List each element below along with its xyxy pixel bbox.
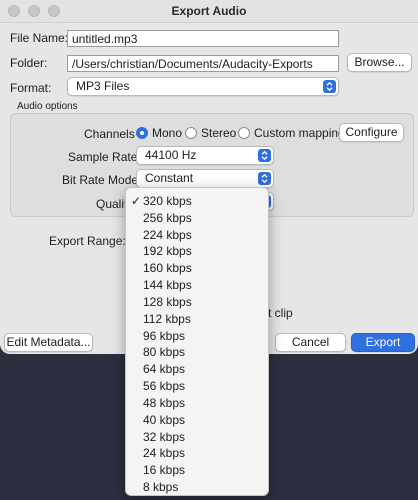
chevron-up-down-icon <box>323 80 336 93</box>
chevron-up-down-icon <box>258 172 271 185</box>
edit-metadata-button[interactable]: Edit Metadata... <box>4 333 93 352</box>
checkmark-icon: ✓ <box>131 194 142 208</box>
quality-menu-item[interactable]: 224 kbps <box>126 227 268 244</box>
channels-custom-mapping-label: Custom mapping <box>254 126 345 140</box>
chevron-up-down-icon <box>258 149 271 162</box>
quality-menu-item[interactable]: 32 kbps <box>126 429 268 446</box>
cancel-button[interactable]: Cancel <box>275 333 346 352</box>
quality-menu-item[interactable]: 256 kbps <box>126 210 268 227</box>
sample-rate-label: Sample Rate <box>68 150 138 164</box>
quality-menu-item[interactable]: 192 kbps <box>126 243 268 260</box>
quality-menu-item[interactable]: 112 kbps <box>126 311 268 328</box>
export-button[interactable]: Export <box>351 333 415 352</box>
quality-menu-item[interactable]: 96 kbps <box>126 328 268 345</box>
configure-button[interactable]: Configure <box>339 123 404 142</box>
bit-rate-mode-value: Constant <box>145 171 194 185</box>
quality-menu-item[interactable]: 8 kbps <box>126 479 268 496</box>
quality-dropdown-menu: ✓ 320 kbps 256 kbps 224 kbps 192 kbps 160… <box>125 187 269 496</box>
bit-rate-mode-label: Bit Rate Mode <box>62 173 139 187</box>
format-label: Format: <box>10 81 52 95</box>
quality-menu-item[interactable]: ✓ 320 kbps <box>126 193 268 210</box>
quality-menu-item[interactable]: 160 kbps <box>126 260 268 277</box>
file-name-input[interactable]: untitled.mp3 <box>67 30 339 47</box>
channels-mono-radio[interactable] <box>136 127 148 139</box>
file-name-label: File Name: <box>10 31 69 45</box>
title-bar: Export Audio <box>0 0 418 23</box>
channels-label: Channels <box>84 127 135 141</box>
sample-rate-select[interactable]: 44100 Hz <box>136 146 274 165</box>
export-range-label: Export Range: <box>49 234 126 248</box>
quality-menu-item[interactable]: 80 kbps <box>126 344 268 361</box>
channels-stereo-radio[interactable] <box>185 127 197 139</box>
bit-rate-mode-select[interactable]: Constant <box>136 169 274 188</box>
folder-input[interactable]: /Users/christian/Documents/Audacity-Expo… <box>67 55 339 72</box>
format-select[interactable]: MP3 Files <box>67 77 339 96</box>
quality-menu-item[interactable]: 56 kbps <box>126 378 268 395</box>
sample-rate-value: 44100 Hz <box>145 148 197 162</box>
quality-menu-item[interactable]: 24 kbps <box>126 445 268 462</box>
format-value: MP3 Files <box>76 79 130 93</box>
folder-label: Folder: <box>10 56 48 70</box>
quality-menu-item[interactable]: 16 kbps <box>126 462 268 479</box>
quality-menu-item[interactable]: 48 kbps <box>126 395 268 412</box>
channels-mono-label: Mono <box>152 126 183 140</box>
quality-menu-item[interactable]: 128 kbps <box>126 294 268 311</box>
audio-options-header: Audio options <box>17 101 78 112</box>
quality-menu-item[interactable]: 64 kbps <box>126 361 268 378</box>
channels-stereo-label: Stereo <box>201 126 237 140</box>
browse-button[interactable]: Browse... <box>347 53 412 72</box>
quality-menu-item[interactable]: 144 kbps <box>126 277 268 294</box>
partial-clip-label: t clip <box>268 306 293 320</box>
quality-menu-item[interactable]: 40 kbps <box>126 412 268 429</box>
window-title: Export Audio <box>171 4 247 18</box>
channels-custom-mapping-radio[interactable] <box>238 127 250 139</box>
